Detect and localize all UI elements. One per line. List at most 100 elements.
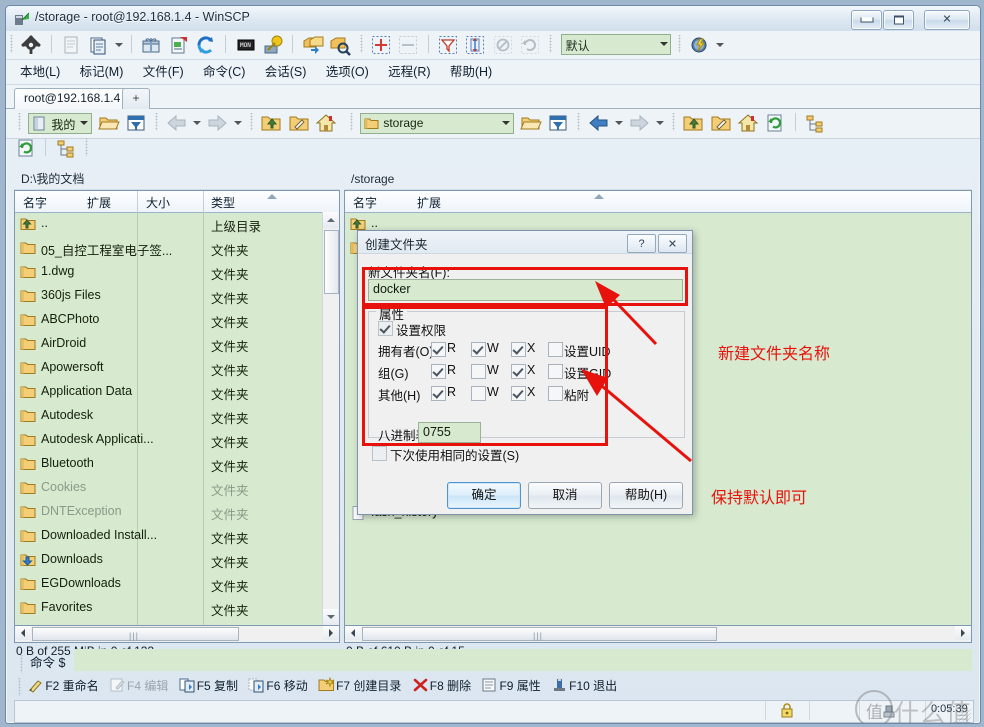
maximize-button[interactable] xyxy=(883,10,914,30)
filter-icon[interactable] xyxy=(125,112,147,134)
gift-icon[interactable] xyxy=(140,34,162,56)
tab-session[interactable]: root@192.168.1.4 xyxy=(14,88,131,109)
open-folder-icon[interactable] xyxy=(97,112,120,134)
toolbar-grip[interactable] xyxy=(671,113,677,131)
scroll-right-button[interactable] xyxy=(323,626,339,640)
table-row[interactable]: .. 上级目录 xyxy=(15,212,339,236)
table-row[interactable]: Bluetooth 文件夹 xyxy=(15,452,339,476)
edit-folder-icon[interactable] xyxy=(710,112,732,134)
back-arrow-icon[interactable] xyxy=(166,112,188,134)
same-settings-checkbox[interactable] xyxy=(372,446,387,461)
refresh-icon[interactable] xyxy=(195,34,217,56)
find-icon[interactable] xyxy=(329,34,352,56)
copy-icon[interactable] xyxy=(87,34,109,56)
home-icon[interactable] xyxy=(315,112,337,134)
scroll-thumb[interactable] xyxy=(324,230,339,294)
fkey-f2-rename[interactable]: F2 重命名 xyxy=(27,676,99,696)
table-row[interactable]: Autodesk 文件夹 xyxy=(15,404,339,428)
chevron-down-icon[interactable] xyxy=(193,121,202,125)
toolbar-grip[interactable] xyxy=(576,113,582,131)
toolbar-grip[interactable] xyxy=(17,113,22,131)
minimize-button[interactable] xyxy=(851,10,882,30)
table-row[interactable]: Downloaded Install... 文件夹 xyxy=(15,524,339,548)
table-row[interactable]: 05_自控工程室电子签... 文件夹 xyxy=(15,236,339,260)
toolbar-grip[interactable] xyxy=(19,655,24,673)
stop-icon[interactable] xyxy=(492,34,514,56)
forward-arrow-icon[interactable] xyxy=(206,112,228,134)
table-row[interactable]: EGDownloads 文件夹 xyxy=(15,572,339,596)
local-vertical-scrollbar[interactable] xyxy=(322,212,339,625)
chevron-down-icon[interactable] xyxy=(114,43,123,47)
scroll-left-button[interactable] xyxy=(345,626,361,640)
dialog-help-button[interactable]: ? xyxy=(627,234,656,253)
reload-icon[interactable] xyxy=(519,34,541,56)
chevron-down-icon[interactable] xyxy=(715,43,724,47)
new-file-icon[interactable] xyxy=(168,34,190,56)
fkey-f8-delete[interactable]: F8 删除 xyxy=(412,676,471,696)
parent-folder-icon[interactable] xyxy=(682,112,704,134)
parent-folder-icon[interactable] xyxy=(260,112,282,134)
home-icon[interactable] xyxy=(737,112,759,134)
table-row[interactable]: GTA3 文件夹 xyxy=(15,620,339,625)
tree-icon[interactable] xyxy=(804,112,826,134)
remove-minus-icon[interactable] xyxy=(397,34,419,56)
dialog-close-button[interactable]: ✕ xyxy=(658,234,687,253)
column-size[interactable]: 大小 xyxy=(146,194,170,211)
column-name[interactable]: 名字 xyxy=(353,194,377,211)
local-file-list[interactable]: 名字 扩展 大小 类型 .. 上级目录 05_自控工程室电子签... 文件夹 1.dwg… xyxy=(14,190,340,626)
gear-icon[interactable] xyxy=(20,34,42,56)
synchronize-icon[interactable] xyxy=(302,34,324,56)
column-ext[interactable]: 扩展 xyxy=(417,194,441,211)
toolbar-grip[interactable] xyxy=(358,35,364,53)
table-row[interactable]: ABCPhoto 文件夹 xyxy=(15,308,339,332)
table-row[interactable]: Favorites 文件夹 xyxy=(15,596,339,620)
menu-item-file[interactable]: 文件(F) xyxy=(143,60,184,84)
add-plus-icon[interactable] xyxy=(370,34,392,56)
remote-path-combo[interactable]: storage xyxy=(360,113,515,134)
toolbar-grip[interactable] xyxy=(676,35,682,53)
session-preset-combo[interactable]: 默认 xyxy=(560,34,671,55)
close-button[interactable]: ✕ xyxy=(924,10,970,30)
table-row[interactable]: Apowersoft 文件夹 xyxy=(15,356,339,380)
toolbar-grip[interactable] xyxy=(548,35,554,53)
tree-icon[interactable] xyxy=(55,137,77,159)
menu-item-options[interactable]: 选项(O) xyxy=(326,60,369,84)
local-horizontal-scrollbar[interactable]: ||| xyxy=(14,626,340,643)
chevron-down-icon[interactable] xyxy=(615,121,624,125)
fkey-f7-newdir[interactable]: F7 创建目录 xyxy=(318,676,401,696)
console-icon[interactable]: MON xyxy=(235,34,257,56)
refresh-sync-icon[interactable] xyxy=(464,34,486,56)
open-folder-icon[interactable] xyxy=(519,112,542,134)
table-row[interactable]: Autodesk Applicati... 文件夹 xyxy=(15,428,339,452)
ok-button[interactable]: 确定 xyxy=(447,482,521,509)
fkey-f9-properties[interactable]: F9 属性 xyxy=(481,676,541,696)
help-button[interactable]: 帮助(H) xyxy=(609,482,683,509)
add-tab-button[interactable]: + xyxy=(122,88,150,109)
filter-icon[interactable] xyxy=(437,34,459,56)
toolbar-grip[interactable] xyxy=(349,113,354,131)
column-ext[interactable]: 扩展 xyxy=(87,194,111,211)
refresh-icon[interactable] xyxy=(15,137,37,159)
table-row[interactable]: 360js Files 文件夹 xyxy=(15,284,339,308)
toolbar-grip[interactable] xyxy=(249,113,255,131)
table-row[interactable]: Cookies 文件夹 xyxy=(15,476,339,500)
table-row[interactable]: 1.dwg 文件夹 xyxy=(15,260,339,284)
column-name[interactable]: 名字 xyxy=(23,194,47,211)
menu-item-local[interactable]: 本地(L) xyxy=(20,60,60,84)
chevron-down-icon[interactable] xyxy=(655,121,664,125)
back-arrow-icon[interactable] xyxy=(588,112,610,134)
menu-item-remote[interactable]: 远程(R) xyxy=(388,60,430,84)
fkey-f10-exit[interactable]: F10 退出 xyxy=(551,676,617,696)
toolbar-grip[interactable] xyxy=(84,138,90,156)
scroll-thumb[interactable]: ||| xyxy=(32,627,239,641)
command-input[interactable] xyxy=(74,649,972,671)
remote-horizontal-scrollbar[interactable]: ||| xyxy=(344,626,972,643)
document-icon[interactable] xyxy=(60,34,82,56)
toolbar-grip[interactable] xyxy=(9,35,14,53)
table-row[interactable]: DNTException 文件夹 xyxy=(15,500,339,524)
chevron-down-icon[interactable] xyxy=(233,121,242,125)
scroll-up-button[interactable] xyxy=(323,212,338,228)
table-row[interactable]: Downloads 文件夹 xyxy=(15,548,339,572)
menu-item-mark[interactable]: 标记(M) xyxy=(80,60,124,84)
menu-item-help[interactable]: 帮助(H) xyxy=(450,60,492,84)
